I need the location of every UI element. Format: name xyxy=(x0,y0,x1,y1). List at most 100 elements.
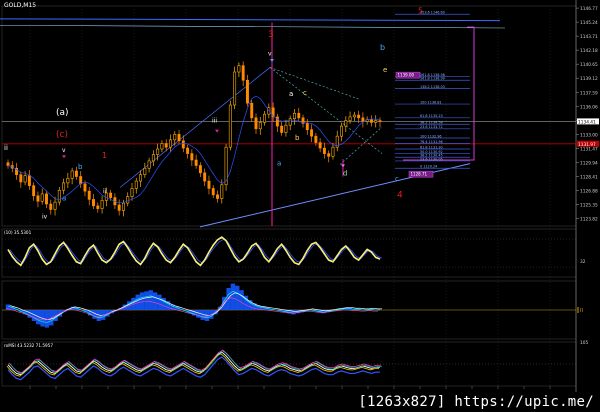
wave-label: v xyxy=(268,51,272,58)
wave-label: e xyxy=(383,66,387,74)
osc2-hist-bar xyxy=(157,294,162,310)
candle-body xyxy=(228,104,232,148)
wave-label: 1 xyxy=(102,151,107,160)
wave-label: b xyxy=(295,134,300,142)
fib-level-label: 61.8 1135.23 xyxy=(420,114,443,118)
candle-body xyxy=(198,165,202,174)
candle-body xyxy=(245,79,249,104)
wave-label: b xyxy=(380,43,385,52)
candle-body xyxy=(378,120,382,122)
candle-body xyxy=(233,71,237,106)
wave-label: v xyxy=(62,147,66,154)
price-tick-label: 1123.82 xyxy=(580,216,598,222)
watermark-text: [1263x827] https://upic.me/ xyxy=(358,394,594,410)
osc3-axis-label: 105 xyxy=(580,340,588,346)
candle-body xyxy=(305,123,309,131)
candle-body xyxy=(322,147,326,154)
osc1-label: (10) 35.5301 xyxy=(4,230,32,235)
wave-label: (c) xyxy=(56,130,68,140)
price-tick-label: 1139.12 xyxy=(580,76,598,82)
fib-level-label: 23.6 1133.72 xyxy=(420,125,443,129)
chart-symbol: GOLD,M15 xyxy=(4,2,37,9)
candle-body xyxy=(216,194,219,199)
fib-level-label: 38.2 1134.58 xyxy=(420,121,443,125)
candle-body xyxy=(164,143,168,148)
fib-level-label: 23.6 1130.05 xyxy=(420,157,443,161)
fib-level-label: 161.8 1138.99 xyxy=(420,77,445,81)
candle-body xyxy=(6,162,10,166)
candle-body xyxy=(151,154,155,162)
wave-label: ii xyxy=(103,188,107,195)
osc2-hist-bar xyxy=(235,285,240,310)
osc2-hist-bar xyxy=(196,310,201,318)
price-tick-label: 1126.88 xyxy=(580,188,598,194)
candle-body xyxy=(211,188,215,196)
candle-body xyxy=(314,135,318,143)
osc2-hist-bar xyxy=(144,291,149,310)
candle-body xyxy=(66,178,70,184)
osc2-hist-bar xyxy=(152,292,158,310)
candle-body xyxy=(45,193,48,205)
candle-body xyxy=(49,203,53,210)
wave-label: c xyxy=(303,89,307,97)
current-price-label: 1134.41 xyxy=(578,119,596,125)
candle-body xyxy=(96,205,100,209)
wave-label: iii xyxy=(212,117,217,124)
price-tick-label: 1136.06 xyxy=(580,104,598,110)
candle-body xyxy=(237,65,241,73)
osc2-hist-bar xyxy=(230,283,236,310)
candle-body xyxy=(186,147,190,154)
price-tick-label: 1137.59 xyxy=(580,90,598,96)
candle-body xyxy=(297,112,301,119)
candle-body xyxy=(83,183,87,192)
wave-label: 3 xyxy=(268,30,274,40)
osc2-hist-bar xyxy=(239,290,244,310)
candle-body xyxy=(280,125,284,133)
wave-label: 4 xyxy=(397,191,403,201)
price-tick-label: 1145.24 xyxy=(580,20,598,26)
osc2-axis-label: II xyxy=(580,308,583,314)
candle-body xyxy=(117,204,121,211)
candle-body xyxy=(19,174,23,183)
candle-body xyxy=(177,134,181,142)
price-tick-label: 1142.18 xyxy=(580,48,598,54)
candle-body xyxy=(374,120,378,123)
candle-body xyxy=(57,189,61,203)
price-tick-label: 1128.41 xyxy=(580,174,598,180)
candle-body xyxy=(126,196,130,204)
fib-level-label: 100 1136.81 xyxy=(420,100,442,104)
candle-body xyxy=(190,153,194,161)
candle-body xyxy=(369,119,373,123)
candle-body xyxy=(109,192,113,198)
candle-body xyxy=(23,175,27,183)
candle-body xyxy=(293,112,296,120)
candle-body xyxy=(92,199,95,207)
candle-body xyxy=(173,134,177,141)
candle-body xyxy=(134,180,138,189)
candle-body xyxy=(53,201,57,210)
fib-level-label: 0 1129.24 xyxy=(420,165,437,169)
candle-body xyxy=(87,190,91,200)
candle-body xyxy=(310,129,314,137)
candle-body xyxy=(156,148,160,155)
candle-body xyxy=(40,193,44,202)
candle-body xyxy=(344,120,348,127)
candle-body xyxy=(169,139,172,148)
candle-body xyxy=(348,116,352,121)
price-tick-label: 1129.94 xyxy=(580,160,598,166)
candle-body xyxy=(284,124,288,133)
candle-body xyxy=(331,146,335,157)
candle-body xyxy=(70,170,74,179)
candle-body xyxy=(241,65,245,81)
candle-body xyxy=(181,140,185,149)
wave-label: iv xyxy=(42,214,48,221)
wave-label: a xyxy=(62,194,66,202)
candle-body xyxy=(288,118,292,126)
candle-body xyxy=(250,102,254,119)
fib-level-label: 61.8 1131.30 xyxy=(420,145,443,149)
candle-body xyxy=(254,117,258,130)
fib-level-label: 138.2 1138.03 xyxy=(420,85,445,89)
candle-body xyxy=(74,170,78,177)
wave-label: a xyxy=(289,90,293,98)
chart-background xyxy=(0,0,600,412)
